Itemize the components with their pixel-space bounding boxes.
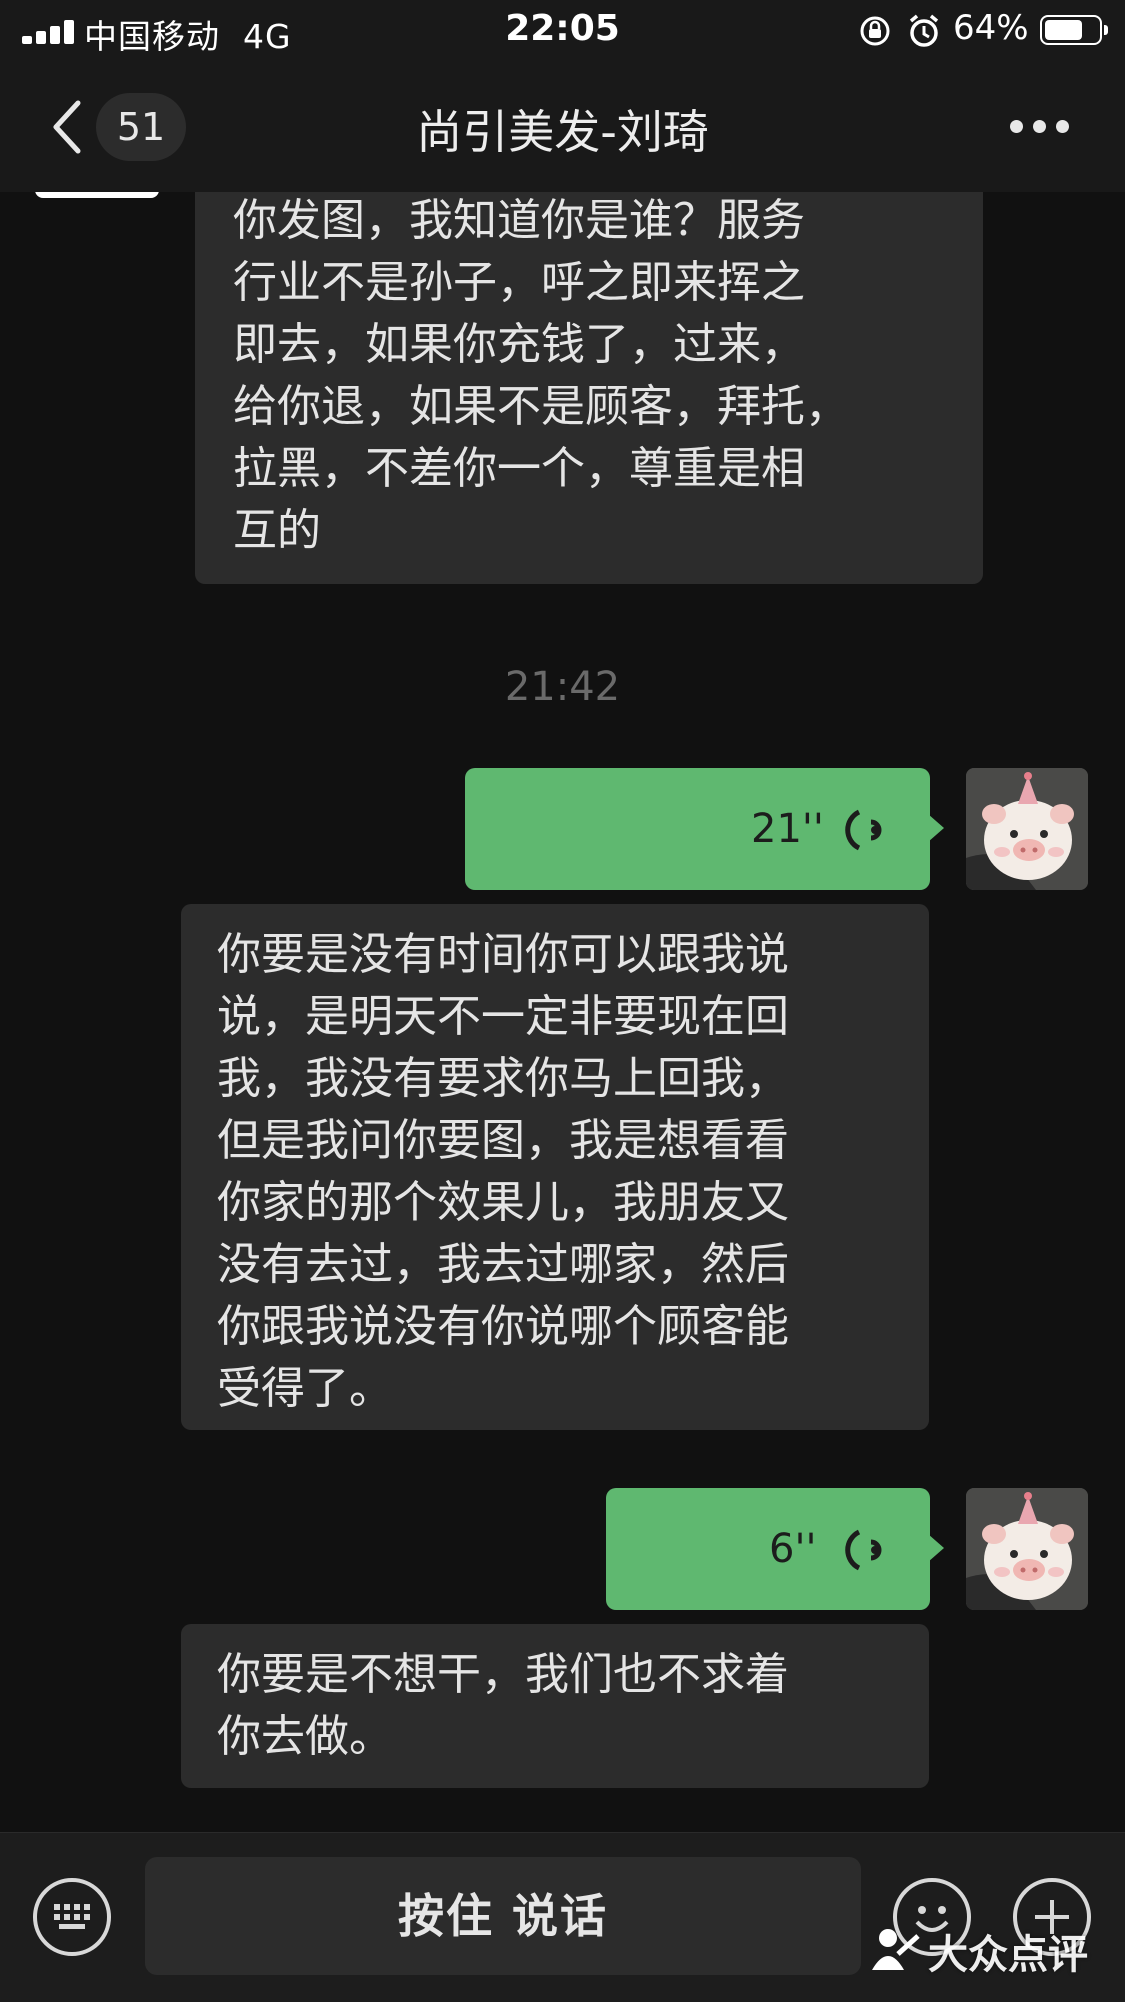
incoming-text-message[interactable]: 你要是没有时间你可以跟我说 说，是明天不一定非要现在回 我，我没有要求你马上回我… — [181, 904, 929, 1430]
keyboard-icon[interactable] — [33, 1878, 111, 1956]
message-list[interactable]: 你发图，我知道你是谁？服务 行业不是孙子，呼之即来挥之 即去，如果你充钱了，过来… — [0, 192, 1125, 1832]
watermark-text: 大众点评 — [928, 1932, 1088, 1978]
chat-title: 尚引美发-刘琦 — [416, 105, 709, 159]
incoming-text-message[interactable]: 你要是不想干，我们也不求着 你去做。 — [181, 1624, 929, 1788]
hold-to-talk-button[interactable]: 按住 说话 — [145, 1857, 861, 1975]
battery-percentage: 64% — [953, 8, 1029, 48]
pig-avatar-icon — [966, 1488, 1088, 1610]
outgoing-voice-message[interactable]: 21'' — [465, 768, 944, 890]
dianping-logo-icon — [872, 1929, 920, 1970]
voice-duration: 6'' — [769, 1526, 817, 1572]
pig-avatar-icon — [966, 768, 1088, 890]
voice-wave-icon — [845, 1529, 882, 1571]
rotation-lock-icon — [860, 16, 890, 46]
message-timestamp: 21:42 — [504, 664, 621, 710]
chat-header: 51 尚引美发-刘琦 — [0, 62, 1125, 192]
battery-icon — [1040, 15, 1108, 45]
user-avatar[interactable] — [966, 768, 1088, 890]
alarm-icon — [909, 14, 939, 47]
incoming-text-message[interactable]: 你发图，我知道你是谁？服务 行业不是孙子，呼之即来挥之 即去，如果你充钱了，过来… — [195, 192, 983, 584]
status-bar: 中国移动 4G 22:05 64% — [0, 0, 1125, 62]
more-dots-icon[interactable] — [1010, 120, 1070, 134]
voice-duration: 21'' — [751, 806, 824, 852]
user-avatar[interactable] — [966, 1488, 1088, 1610]
contact-avatar[interactable] — [35, 192, 159, 198]
keyboard-glyph — [54, 1904, 90, 1929]
outgoing-voice-message[interactable]: 6'' — [606, 1488, 944, 1610]
voice-wave-icon — [845, 809, 882, 851]
